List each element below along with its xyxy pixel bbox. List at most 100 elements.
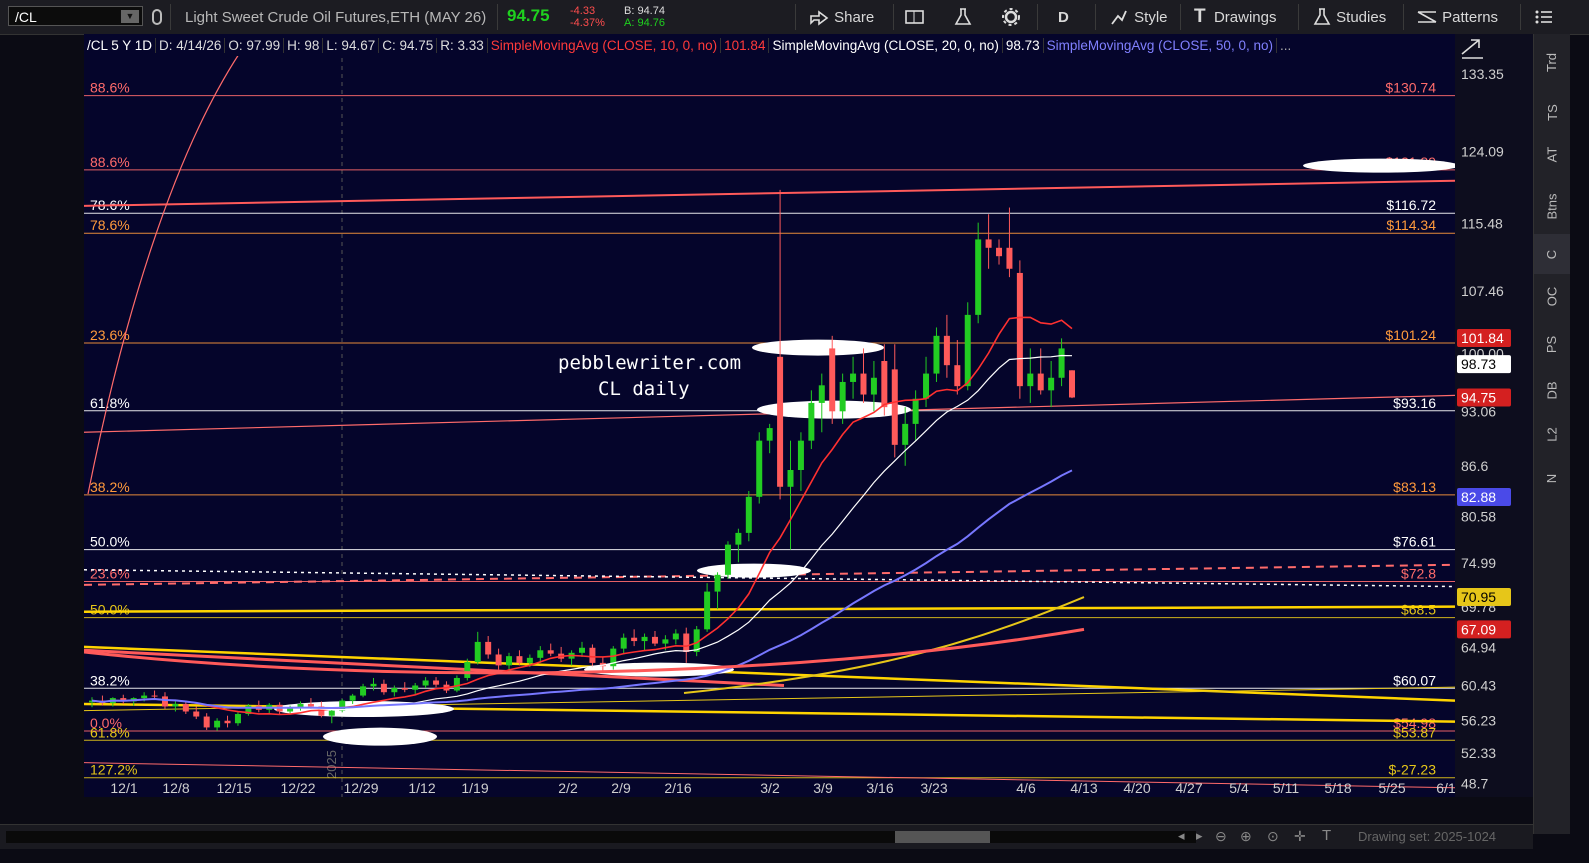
crosshair-icon[interactable]: ✛ [1294, 828, 1306, 845]
price-axis[interactable]: 133.35 124.09 115.48 107.46 100.00 93.06 86.6 8… [1455, 34, 1533, 797]
candle-body[interactable] [1027, 373, 1034, 387]
zoom-in-icon[interactable]: ⊕ [1240, 828, 1252, 845]
candle-body[interactable] [881, 360, 888, 408]
settings-button[interactable] [1001, 0, 1021, 34]
side-tab-oc[interactable]: OC [1534, 276, 1570, 316]
candle-body[interactable] [891, 369, 898, 445]
chart-panel[interactable]: 202588.6%$130.7488.6%$121.8978.6%$116.72… [83, 34, 1459, 797]
candle-body[interactable] [735, 532, 742, 545]
symbol-input[interactable]: /CL ▼ [8, 6, 143, 26]
candle-body[interactable] [631, 637, 638, 642]
grid-setup-button[interactable] [904, 0, 926, 34]
scroll-right-icon[interactable]: ▸ [1196, 828, 1203, 844]
candle-body[interactable] [829, 348, 836, 412]
side-tab-ts[interactable]: TS [1534, 92, 1570, 132]
candle-body[interactable] [683, 633, 690, 652]
candle-body[interactable] [860, 373, 867, 395]
candle-body[interactable] [234, 714, 241, 724]
candle-body[interactable] [1037, 373, 1044, 391]
candle-body[interactable] [975, 239, 982, 315]
candle-body[interactable] [985, 239, 992, 248]
symbol-dropdown-icon[interactable]: ▼ [121, 10, 139, 23]
candle-body[interactable] [714, 574, 721, 592]
candle-body[interactable] [433, 680, 440, 685]
side-tab-c[interactable]: C [1534, 234, 1570, 274]
candle-body[interactable] [745, 496, 752, 533]
candle-body[interactable] [214, 720, 221, 728]
collapse-panel-icon[interactable] [1459, 36, 1489, 60]
candle-body[interactable] [933, 335, 940, 374]
candle-body[interactable] [526, 657, 533, 663]
candle-body[interactable] [1069, 370, 1075, 398]
candle-body[interactable] [495, 654, 502, 666]
candle-body[interactable] [787, 470, 794, 487]
side-tab-btns[interactable]: Btns [1534, 186, 1570, 226]
candle-body[interactable] [422, 680, 429, 686]
candle-body[interactable] [1006, 247, 1013, 269]
candle-body[interactable] [1058, 348, 1065, 378]
candle-body[interactable] [328, 710, 335, 716]
zoom-out-icon[interactable]: ⊖ [1215, 828, 1227, 845]
candle-body[interactable] [224, 720, 231, 724]
candle-body[interactable] [537, 650, 544, 658]
sma20-label[interactable]: SimpleMovingAvg (CLOSE, 20, 0, no) [769, 37, 1003, 53]
candle-body[interactable] [766, 428, 773, 441]
candle-body[interactable] [589, 647, 596, 663]
scroll-left-icon[interactable]: ◂ [1178, 828, 1185, 844]
candle-body[interactable] [964, 314, 971, 387]
candle-body[interactable] [756, 440, 763, 497]
candle-body[interactable] [464, 662, 471, 678]
candle-body[interactable] [307, 703, 314, 707]
sma50-label[interactable]: SimpleMovingAvg (CLOSE, 50, 0, no) [1044, 37, 1277, 53]
candle-body[interactable] [516, 656, 523, 663]
patterns-button[interactable]: Patterns [1416, 0, 1498, 34]
flask-button[interactable] [953, 0, 973, 34]
drawings-button[interactable]: T Drawings [1194, 0, 1276, 34]
highlight-ellipse[interactable] [1303, 158, 1459, 173]
candle-body[interactable] [391, 688, 398, 693]
candle-body[interactable] [1048, 377, 1055, 391]
zoom-icon[interactable]: ⊙ [1267, 828, 1279, 845]
trend-line[interactable] [83, 605, 1456, 613]
candle-body[interactable] [412, 685, 419, 690]
arc-line[interactable] [87, 53, 240, 495]
candle-body[interactable] [996, 247, 1003, 257]
trend-line[interactable] [83, 645, 1456, 702]
candle-body[interactable] [547, 650, 554, 654]
timeframe-button[interactable]: D [1058, 0, 1069, 34]
candle-body[interactable] [704, 591, 711, 630]
candle-body[interactable] [724, 544, 731, 575]
highlight-ellipse[interactable] [697, 563, 811, 578]
candle-body[interactable] [453, 677, 460, 691]
candle-body[interactable] [818, 385, 825, 403]
candle-body[interactable] [141, 695, 148, 699]
side-tab-ps[interactable]: PS [1534, 324, 1570, 364]
side-tab-n[interactable]: N [1534, 458, 1570, 498]
candle-body[interactable] [839, 381, 846, 412]
text-tool-icon[interactable]: T [1322, 827, 1331, 844]
side-tab-db[interactable]: DB [1534, 370, 1570, 410]
menu-button[interactable] [1534, 0, 1554, 34]
candle-body[interactable] [641, 636, 648, 642]
candle-body[interactable] [902, 423, 909, 445]
candle-body[interactable] [360, 686, 367, 696]
more-studies[interactable]: ... [1277, 38, 1294, 53]
candle-body[interactable] [161, 696, 168, 707]
candle-body[interactable] [506, 656, 513, 666]
side-tab-l2[interactable]: L2 [1534, 414, 1570, 454]
candle-body[interactable] [203, 716, 210, 728]
candle-body[interactable] [662, 639, 669, 644]
side-tab-trd[interactable]: Trd [1534, 42, 1570, 82]
time-scrollbar[interactable] [6, 831, 1196, 843]
highlight-ellipse[interactable] [323, 727, 437, 746]
candle-body[interactable] [172, 703, 179, 707]
candle-body[interactable] [485, 641, 492, 655]
candle-body[interactable] [151, 695, 158, 697]
scrollbar-thumb[interactable] [895, 831, 990, 843]
candle-body[interactable] [797, 440, 804, 471]
candle-body[interactable] [620, 637, 627, 649]
candle-body[interactable] [651, 636, 658, 644]
candle-body[interactable] [777, 356, 784, 487]
candle-body[interactable] [808, 402, 815, 441]
candle-body[interactable] [923, 373, 930, 399]
